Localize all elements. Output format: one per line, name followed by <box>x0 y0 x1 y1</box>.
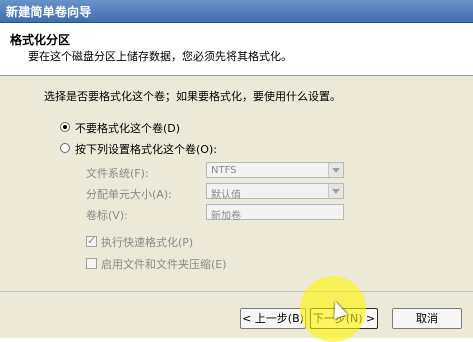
compression-checkbox[interactable] <box>86 258 97 269</box>
volume-label-input[interactable]: 新加卷 <box>206 204 344 222</box>
back-button[interactable]: < 上一步(B) <box>240 308 306 329</box>
wizard-header: 格式化分区 要在这个磁盘分区上储存数据，您必须先将其格式化。 <box>0 23 473 76</box>
header-subtitle: 要在这个磁盘分区上储存数据，您必须先将其格式化。 <box>28 50 292 63</box>
wizard-footer: < 上一步(B) 下一步(N) > 取消 <box>0 291 473 338</box>
instruction-text: 选择是否要格式化这个卷；如果要格式化，要使用什么设置。 <box>44 90 341 103</box>
volume-label-label: 卷标(V): <box>86 209 128 222</box>
compression-label[interactable]: 启用文件和文件夹压缩(E) <box>101 256 227 272</box>
title-bar[interactable]: 新建简单卷向导 <box>0 0 473 23</box>
allocation-value: 默认值 <box>211 190 241 201</box>
filesystem-select[interactable]: NTFS <box>206 162 344 178</box>
wizard-body: 选择是否要格式化这个卷；如果要格式化，要使用什么设置。 不要格式化这个卷(D) … <box>0 76 473 290</box>
cancel-button[interactable]: 取消 <box>392 308 462 329</box>
radio-no-format[interactable] <box>60 122 70 132</box>
allocation-select[interactable]: 默认值 <box>206 183 344 201</box>
quick-format-checkbox[interactable] <box>86 234 97 247</box>
filesystem-label: 文件系统(F): <box>86 167 149 180</box>
header-title: 格式化分区 <box>10 33 71 47</box>
window-title: 新建简单卷向导 <box>6 5 92 19</box>
wizard-window: 新建简单卷向导 格式化分区 要在这个磁盘分区上储存数据，您必须先将其格式化。 选… <box>0 0 473 342</box>
quick-format-label[interactable]: 执行快速格式化(P) <box>101 234 193 250</box>
radio-format-label[interactable]: 按下列设置格式化这个卷(O): <box>75 141 217 157</box>
allocation-label: 分配单元大小(A): <box>86 188 172 201</box>
chevron-down-icon <box>328 163 343 177</box>
filesystem-value: NTFS <box>211 165 237 176</box>
chevron-down-icon <box>328 184 343 198</box>
radio-no-format-label[interactable]: 不要格式化这个卷(D) <box>75 120 180 136</box>
radio-format[interactable] <box>60 143 70 153</box>
